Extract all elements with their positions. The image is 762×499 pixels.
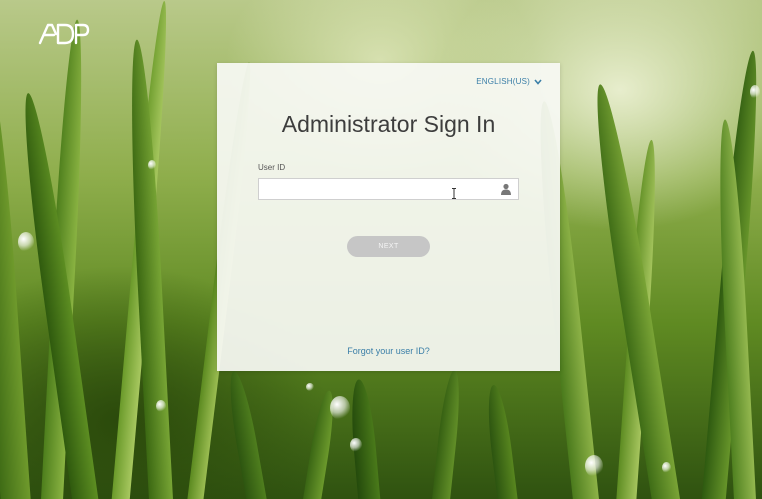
chevron-down-icon bbox=[534, 78, 542, 85]
login-screen: ENGLISH(US) Administrator Sign In User I… bbox=[0, 0, 762, 499]
forgot-user-id-link[interactable]: Forgot your user ID? bbox=[217, 346, 560, 356]
adp-logo bbox=[38, 22, 90, 46]
adp-logo-mark bbox=[38, 23, 90, 45]
next-button[interactable]: NEXT bbox=[347, 236, 430, 257]
signin-card: ENGLISH(US) Administrator Sign In User I… bbox=[217, 63, 560, 371]
language-label: ENGLISH(US) bbox=[476, 77, 530, 86]
page-title: Administrator Sign In bbox=[281, 111, 496, 137]
text-cursor-icon bbox=[452, 188, 456, 199]
user-id-label: User ID bbox=[258, 163, 286, 172]
user-id-field-wrapper bbox=[258, 178, 519, 200]
language-selector[interactable]: ENGLISH(US) bbox=[476, 77, 542, 86]
user-id-input[interactable] bbox=[259, 179, 501, 200]
user-icon bbox=[501, 183, 511, 195]
